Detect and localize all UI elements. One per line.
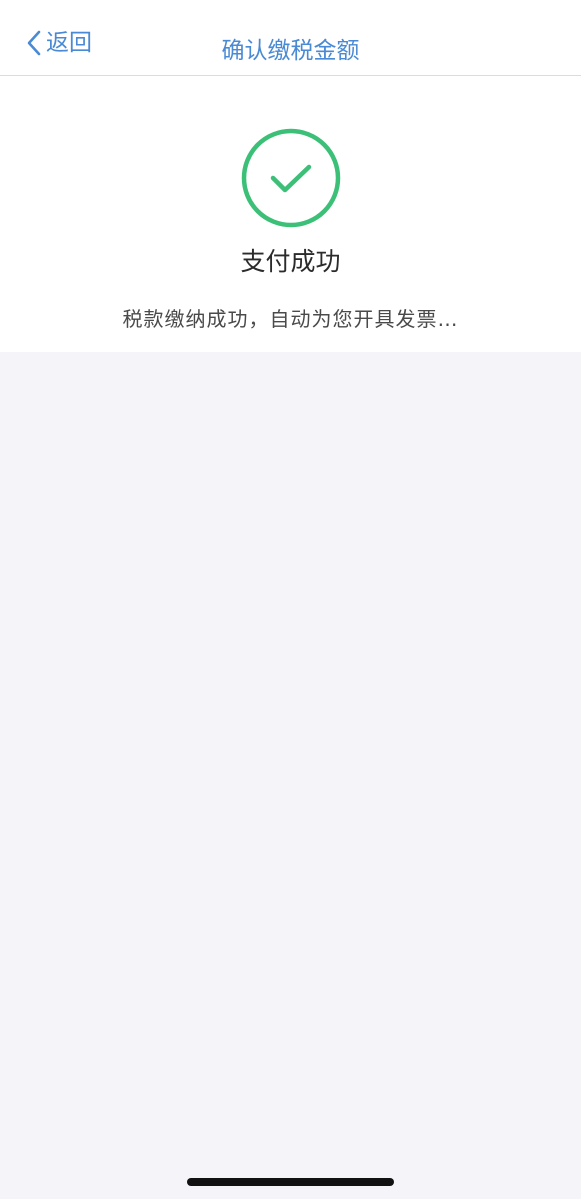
success-message: 税款缴纳成功，自动为您开具发票…	[122, 307, 459, 331]
check-circle-icon	[241, 128, 341, 228]
payment-result-panel: 支付成功 税款缴纳成功，自动为您开具发票…	[0, 76, 581, 352]
success-title: 支付成功	[240, 247, 341, 276]
page-title: 确认缴税金额	[221, 38, 360, 64]
navigation-bar: 返回 确认缴税金额	[0, 0, 581, 76]
home-indicator[interactable]	[187, 1178, 394, 1186]
